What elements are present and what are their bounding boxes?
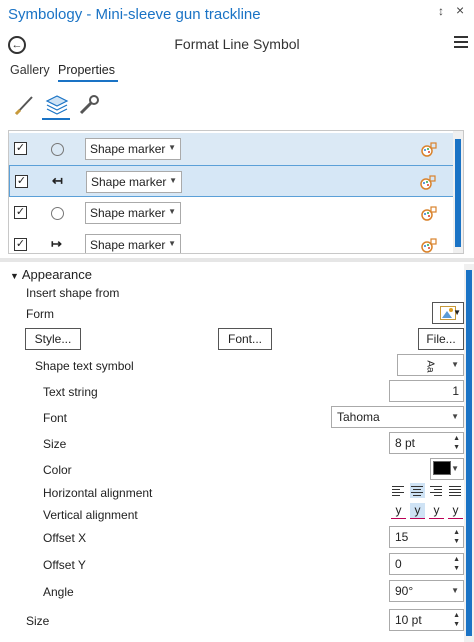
offset-x-value: 15 [395,530,409,544]
layer-color-lock-icon[interactable] [421,205,437,221]
layer-type-value: Shape marker [90,206,166,220]
offset-x-label: Offset X [43,531,87,545]
layer-visibility-checkbox[interactable]: ✓ [14,206,27,219]
color-label: Color [43,463,72,477]
symbol-layer-row[interactable]: ✓ ↦ Shape marker ▼ [9,229,455,253]
size-label: Size [43,437,67,451]
layer-visibility-checkbox[interactable]: ✓ [15,175,28,188]
valign-baseline-icon[interactable]: y [429,503,444,519]
text-string-input[interactable]: 1 [389,380,464,402]
layer-visibility-checkbox[interactable]: ✓ [14,142,27,155]
brush-icon[interactable] [12,92,38,118]
layer-color-lock-icon[interactable] [420,174,436,190]
layer-color-lock-icon[interactable] [421,141,437,157]
wrench-icon[interactable] [76,92,102,118]
text-string-label: Text string [43,385,98,399]
symbol-layer-row[interactable]: ✓ Shape marker ▼ [9,133,455,165]
align-left-icon[interactable] [391,483,406,498]
symbol-layers-list: ✓ Shape marker ▼ ✓ ↤ Shape marker ▼ ✓ Shap… [8,130,464,254]
offset-y-stepper[interactable]: ▲ ▼ [453,555,460,573]
vertical-alignment-label: Vertical alignment [43,508,138,522]
splitter[interactable] [0,258,474,262]
properties-scrollbar[interactable] [464,264,474,642]
tick-marker-icon: ↤ [52,173,63,188]
size-input[interactable]: 8 pt ▲ ▼ [389,432,464,454]
outer-size-stepper[interactable]: ▲ ▼ [453,611,460,629]
shape-text-symbol-dropdown[interactable]: Aa ▼ [397,354,464,376]
tab-properties[interactable]: Properties [58,63,115,77]
file-button[interactable]: File... [418,328,464,350]
page-title: Format Line Symbol [174,36,300,52]
form-dropdown[interactable]: ▼ [432,302,464,324]
chevron-down-icon: ▼ [10,271,19,281]
insert-shape-from-label: Insert shape from [26,286,120,300]
valign-bottom-icon[interactable]: y [448,503,463,519]
color-swatch [433,461,451,475]
layers-icon[interactable] [44,92,70,118]
shape-text-symbol-label: Shape text symbol [35,359,134,373]
offset-y-value: 0 [395,557,402,571]
layer-type-value: Shape marker [90,238,166,252]
layer-type-dropdown[interactable]: Shape marker ▼ [85,138,181,160]
shape-text-preview: Aa [424,360,436,373]
offset-x-input[interactable]: 15 ▲ ▼ [389,526,464,548]
font-button[interactable]: Font... [218,328,272,350]
form-label: Form [26,307,54,321]
angle-input[interactable]: 90° ▼ [389,580,464,602]
layer-type-dropdown[interactable]: Shape marker ▼ [85,202,181,224]
offset-x-stepper[interactable]: ▲ ▼ [453,528,460,546]
outer-size-input[interactable]: 10 pt ▲ ▼ [389,609,464,631]
appearance-section-header[interactable]: ▼ Appearance [10,267,92,282]
layers-tab-underline [42,118,70,120]
symbol-layer-row[interactable]: ✓ Shape marker ▼ [9,197,455,229]
outer-size-value: 10 pt [395,613,422,627]
pane-title: Symbology - Mini-sleeve gun trackline [8,6,261,23]
menu-icon[interactable] [454,36,468,51]
circle-marker-icon [51,143,64,156]
valign-center-icon[interactable]: y [410,503,425,519]
outer-size-label: Size [26,614,50,628]
pin-icon[interactable]: ↕ [438,4,444,18]
align-justify-icon[interactable] [448,483,463,498]
layer-type-dropdown[interactable]: Shape marker ▼ [86,171,182,193]
valign-top-icon[interactable]: y [391,503,406,519]
angle-value: 90° [395,584,414,598]
layer-visibility-checkbox[interactable]: ✓ [14,238,27,251]
layers-scrollbar-thumb[interactable] [455,139,461,247]
font-dropdown[interactable]: Tahoma ▼ [331,406,464,428]
tick-marker-icon: ↦ [51,236,62,251]
layer-type-value: Shape marker [91,175,167,189]
layer-type-dropdown[interactable]: Shape marker ▼ [85,234,181,253]
horizontal-alignment-group [391,483,463,498]
style-button[interactable]: Style... [25,328,81,350]
color-picker[interactable]: ▼ [430,458,464,480]
tab-properties-underline [58,80,118,82]
layer-color-lock-icon[interactable] [421,237,437,253]
properties-scrollbar-thumb[interactable] [466,270,472,636]
angle-label: Angle [43,585,74,599]
circle-marker-icon [51,207,64,220]
vertical-alignment-group: y y y y [391,503,463,519]
tab-gallery[interactable]: Gallery [10,63,50,77]
layer-type-value: Shape marker [90,142,166,156]
symbol-layer-row[interactable]: ✓ ↤ Shape marker ▼ [9,165,455,197]
close-icon[interactable]: × [456,2,464,18]
horizontal-alignment-label: Horizontal alignment [43,486,153,500]
size-stepper[interactable]: ▲ ▼ [453,434,460,452]
font-value: Tahoma [337,410,380,424]
offset-y-label: Offset Y [43,558,86,572]
font-label: Font [43,411,68,425]
align-center-icon[interactable] [410,483,425,498]
align-right-icon[interactable] [429,483,444,498]
size-value: 8 pt [395,436,416,450]
offset-y-input[interactable]: 0 ▲ ▼ [389,553,464,575]
appearance-title: Appearance [21,267,92,282]
layers-scrollbar[interactable] [453,131,463,253]
